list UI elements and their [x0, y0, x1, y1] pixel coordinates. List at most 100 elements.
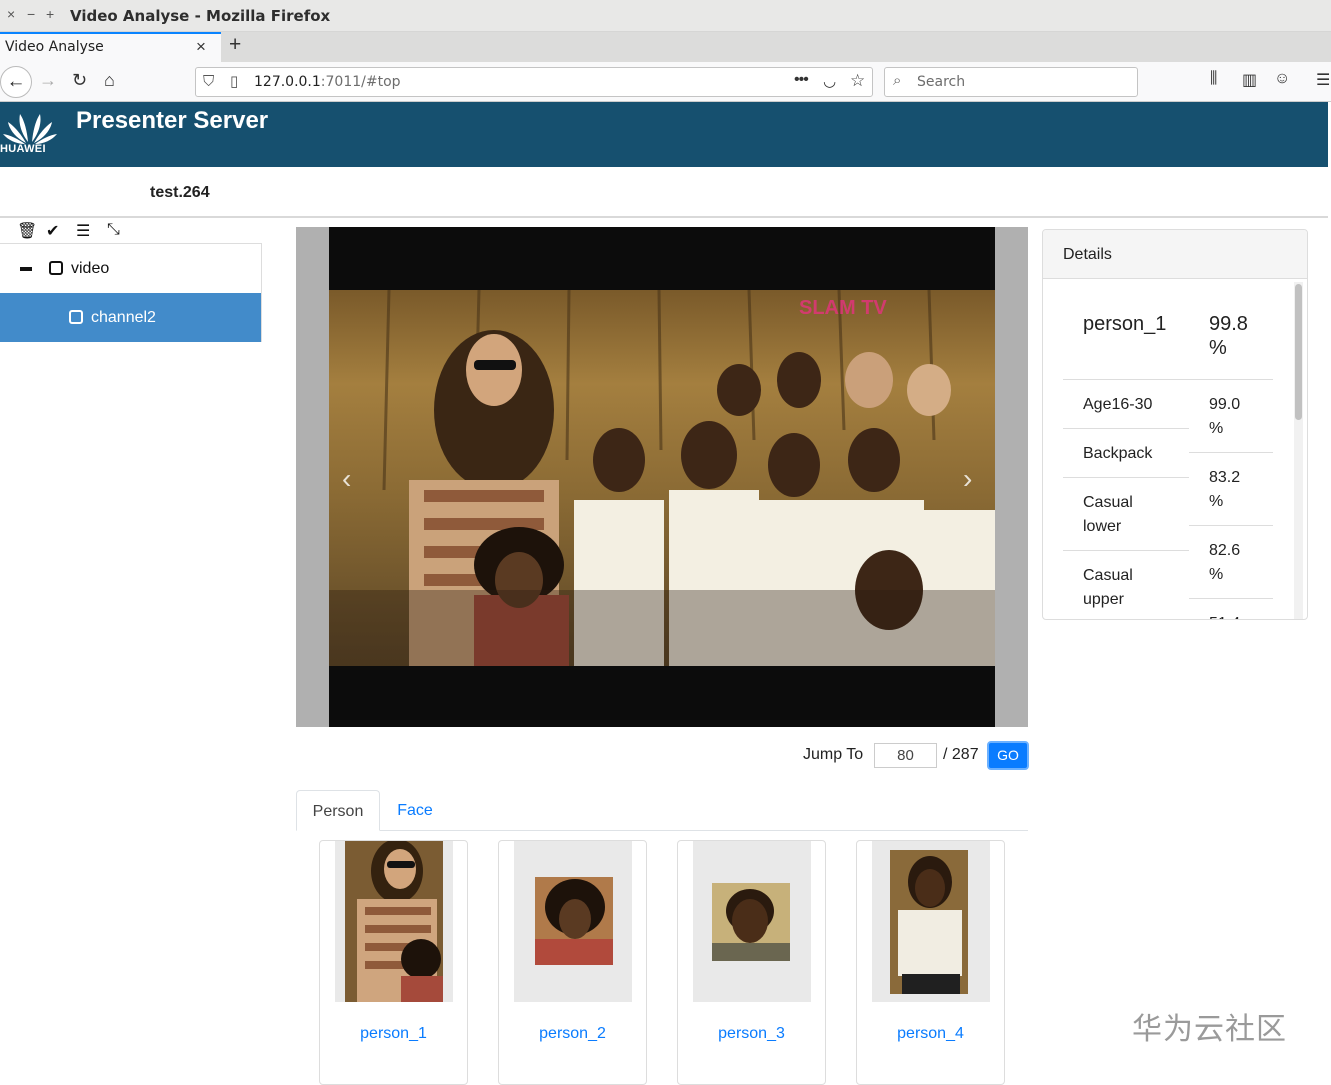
attribute-unit: % — [1209, 420, 1224, 437]
person-card[interactable]: person_2 — [498, 840, 647, 1085]
library-icon[interactable]: ⫼ — [1210, 70, 1217, 88]
pocket-icon[interactable]: ◡ — [823, 72, 836, 90]
browser-tab-strip: Video Analyse × + — [0, 32, 1331, 62]
tab-person[interactable]: Person — [296, 790, 380, 831]
person-link[interactable]: person_3 — [678, 1025, 825, 1043]
channel-tree: video channel2 — [0, 243, 262, 342]
details-divider — [1189, 598, 1273, 599]
person-thumbnail[interactable] — [535, 877, 613, 965]
close-window-icon[interactable]: × — [7, 6, 15, 22]
attribute-value: 82.6 — [1209, 542, 1241, 559]
jump-total-frames: / 287 — [943, 746, 979, 763]
home-icon[interactable]: ⌂ — [104, 70, 115, 91]
person-card[interactable]: person_1 — [319, 840, 468, 1085]
reload-icon[interactable]: ↻ — [72, 70, 87, 91]
sidebar-icon[interactable]: ▥ — [1242, 70, 1257, 90]
person-card[interactable]: person_4 — [856, 840, 1005, 1085]
details-divider — [1189, 452, 1273, 453]
attribute-value: 51.4 — [1209, 612, 1240, 619]
details-divider — [1063, 379, 1273, 380]
tree-item-video[interactable]: video — [0, 244, 261, 293]
maximize-window-icon[interactable]: + — [46, 6, 54, 22]
video-frame-image — [329, 290, 995, 666]
video-carousel: SLAM TV ‹ › — [296, 227, 1028, 727]
attribute-value: 99.0 — [1209, 396, 1241, 413]
details-divider — [1189, 525, 1273, 526]
attribute-label: Age16-30 — [1083, 396, 1153, 413]
details-divider — [1063, 477, 1189, 478]
back-icon[interactable]: ← — [0, 66, 32, 98]
app-header: HUAWEI Presenter Server — [0, 102, 1328, 167]
attribute-label: Casual — [1083, 494, 1133, 511]
carousel-prev-icon[interactable]: ‹ — [342, 463, 351, 495]
attribute-unit: % — [1209, 566, 1224, 583]
tree-item-channel2[interactable]: channel2 — [0, 293, 261, 342]
shield-icon[interactable]: ⛉ — [203, 73, 214, 90]
video-frame: SLAM TV — [329, 227, 995, 727]
account-icon[interactable]: ☺ — [1274, 70, 1290, 88]
jump-to-label: Jump To — [803, 746, 864, 763]
header-divider — [0, 216, 1328, 218]
search-placeholder: Search — [917, 74, 966, 90]
page-icon: ▯ — [230, 73, 239, 90]
details-divider — [1063, 550, 1189, 551]
close-tab-icon[interactable]: × — [196, 37, 206, 57]
detail-person-confidence-unit: % — [1209, 337, 1227, 359]
person-thumbnail-frame — [514, 841, 632, 1002]
url-bar[interactable]: ⛉ ▯ 127.0.0.1:7011/#top ••• ◡ ☆ — [195, 67, 873, 97]
window-title: Video Analyse - Mozilla Firefox — [70, 7, 331, 25]
new-tab-icon[interactable]: + — [229, 33, 241, 57]
trash-icon[interactable]: 🗑 — [17, 221, 37, 241]
star-icon[interactable]: ☆ — [850, 71, 865, 91]
tab-face[interactable]: Face — [382, 790, 448, 831]
detail-person-confidence: 99.8 — [1209, 313, 1248, 335]
logo-text: HUAWEI — [0, 143, 46, 155]
browser-tab[interactable]: Video Analyse × — [0, 32, 221, 62]
person-link[interactable]: person_2 — [499, 1025, 646, 1043]
menu-icon[interactable]: ☰ — [1316, 70, 1330, 90]
search-icon: ⌕ — [893, 72, 902, 89]
person-link[interactable]: person_1 — [320, 1025, 467, 1043]
attribute-value: 83.2 — [1209, 469, 1241, 486]
checkbox-icon[interactable] — [49, 261, 63, 275]
list-icon[interactable]: ☰ — [76, 221, 90, 241]
attribute-label: Backpack — [1083, 445, 1153, 462]
person-thumbnail[interactable] — [712, 883, 790, 961]
app-title: Presenter Server — [76, 107, 269, 134]
check-icon[interactable]: ✔ — [46, 221, 59, 241]
search-bar[interactable]: ⌕ Search — [884, 67, 1138, 97]
details-scroll-thumb[interactable] — [1295, 284, 1302, 420]
window-title-bar: × − + Video Analyse - Mozilla Firefox — [0, 0, 1331, 32]
details-header: Details — [1043, 230, 1307, 279]
site-watermark: 华为云社区 — [1132, 1012, 1287, 1047]
forward-icon[interactable]: → — [39, 70, 57, 91]
details-title: Details — [1063, 246, 1112, 263]
person-thumbnail-frame — [872, 841, 990, 1002]
jump-frame-input[interactable] — [874, 743, 937, 768]
details-scrollbar[interactable] — [1294, 282, 1303, 619]
browser-tab-title: Video Analyse — [5, 39, 104, 55]
person-thumbnail[interactable] — [890, 850, 968, 994]
details-panel: Details person_1 99.8 % Age16-30 99.0 % … — [1042, 229, 1308, 620]
person-card[interactable]: person_3 — [677, 840, 826, 1085]
attribute-label: upper — [1083, 591, 1124, 608]
more-icon[interactable]: ••• — [794, 71, 809, 89]
compress-icon[interactable]: ⤡ — [107, 221, 120, 239]
tree-item-label: channel2 — [91, 309, 156, 326]
attribute-label: lower — [1083, 518, 1122, 535]
url-text[interactable]: 127.0.0.1:7011/#top — [254, 74, 401, 90]
collapse-icon[interactable] — [20, 267, 32, 271]
attribute-unit: % — [1209, 493, 1224, 510]
video-overlay-logo: SLAM TV — [799, 297, 887, 319]
attribute-label: Casual — [1083, 567, 1133, 584]
person-link[interactable]: person_4 — [857, 1025, 1004, 1043]
checkbox-icon[interactable] — [69, 310, 83, 324]
person-thumbnail-frame — [693, 841, 811, 1002]
tree-item-label: video — [71, 260, 110, 277]
details-divider — [1063, 428, 1189, 429]
browser-nav-bar: ← → ↻ ⌂ ⛉ ▯ 127.0.0.1:7011/#top ••• ◡ ☆ … — [0, 62, 1331, 102]
carousel-next-icon[interactable]: › — [963, 463, 972, 495]
person-thumbnail[interactable] — [345, 841, 443, 1002]
minimize-window-icon[interactable]: − — [27, 6, 35, 22]
go-button[interactable]: GO — [987, 741, 1029, 770]
